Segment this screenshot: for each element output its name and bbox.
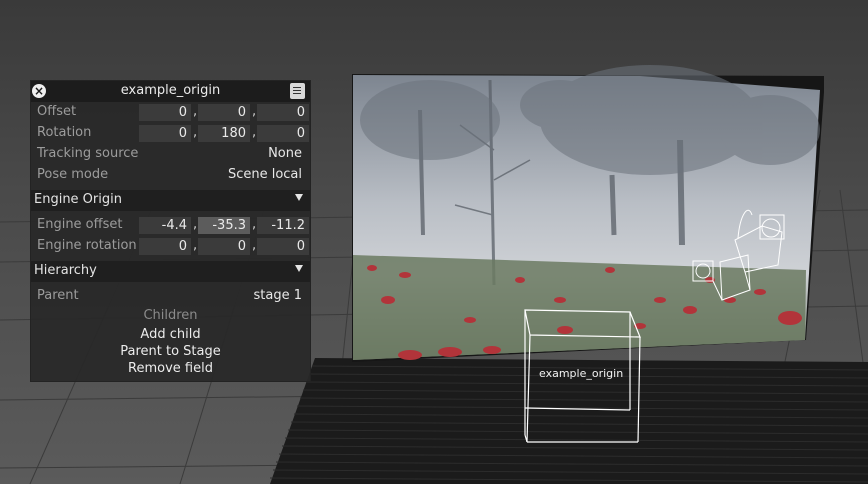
pose-mode-label: Pose mode <box>37 167 109 182</box>
separator: , <box>193 125 198 140</box>
parent-label: Parent <box>37 288 79 303</box>
offset-x-field[interactable]: 0 <box>139 104 191 121</box>
engine-offset-row: Engine offset -4.4 , -35.3 , -11.2 <box>31 215 310 236</box>
rotation-z-field[interactable]: 0 <box>257 125 309 142</box>
engine-rotation-y-field[interactable]: 0 <box>198 238 250 255</box>
separator: , <box>252 217 257 232</box>
separator: , <box>252 238 257 253</box>
engine-origin-header: Engine Origin <box>34 192 122 207</box>
hierarchy-header: Hierarchy <box>34 263 97 278</box>
inspector-panel: example_origin × Offset 0 , 0 , 0 Rotati… <box>30 80 311 382</box>
pose-mode-value[interactable]: Scene local <box>228 167 302 182</box>
rotation-row: Rotation 0 , 180 , 0 <box>31 123 310 144</box>
engine-offset-y-field[interactable]: -35.3 <box>198 217 250 234</box>
engine-offset-x-field[interactable]: -4.4 <box>139 217 191 234</box>
separator: , <box>193 104 198 119</box>
tracking-source-label: Tracking source <box>37 146 139 161</box>
engine-offset-z-field[interactable]: -11.2 <box>257 217 309 234</box>
engine-rotation-x-field[interactable]: 0 <box>139 238 191 255</box>
separator: , <box>252 125 257 140</box>
rotation-label: Rotation <box>37 125 92 140</box>
collapse-arrow-icon[interactable] <box>295 194 303 201</box>
parent-value[interactable]: stage 1 <box>254 288 303 303</box>
offset-y-field[interactable]: 0 <box>198 104 250 121</box>
collapse-arrow-icon[interactable] <box>295 265 303 272</box>
children-label: Children <box>143 308 198 323</box>
engine-rotation-row: Engine rotation 0 , 0 , 0 <box>31 236 310 257</box>
offset-z-field[interactable]: 0 <box>257 104 309 121</box>
remove-field-button[interactable]: Remove field <box>31 361 310 376</box>
separator: , <box>193 238 198 253</box>
engine-rotation-label: Engine rotation <box>37 238 137 253</box>
engine-offset-label: Engine offset <box>37 217 123 232</box>
tracking-source-row[interactable]: Tracking source None <box>31 144 310 165</box>
tracking-source-value[interactable]: None <box>268 146 302 161</box>
parent-row[interactable]: Parent stage 1 <box>31 286 310 307</box>
document-icon[interactable] <box>290 83 305 99</box>
panel-title: example_origin <box>120 83 221 98</box>
rotation-x-field[interactable]: 0 <box>139 125 191 142</box>
separator: , <box>252 104 257 119</box>
parent-to-stage-button[interactable]: Parent to Stage <box>31 344 310 359</box>
object-label: example_origin <box>539 367 624 380</box>
separator: , <box>193 217 198 232</box>
engine-origin-section-header[interactable]: Engine Origin <box>31 190 310 211</box>
offset-row: Offset 0 , 0 , 0 <box>31 102 310 123</box>
close-icon[interactable]: × <box>32 84 46 98</box>
add-child-button[interactable]: Add child <box>31 327 310 342</box>
hierarchy-section-header[interactable]: Hierarchy <box>31 261 310 282</box>
offset-label: Offset <box>37 104 77 119</box>
panel-titlebar: example_origin × <box>31 81 310 102</box>
rotation-y-field[interactable]: 180 <box>198 125 250 142</box>
engine-rotation-z-field[interactable]: 0 <box>257 238 309 255</box>
pose-mode-row[interactable]: Pose mode Scene local <box>31 165 310 186</box>
